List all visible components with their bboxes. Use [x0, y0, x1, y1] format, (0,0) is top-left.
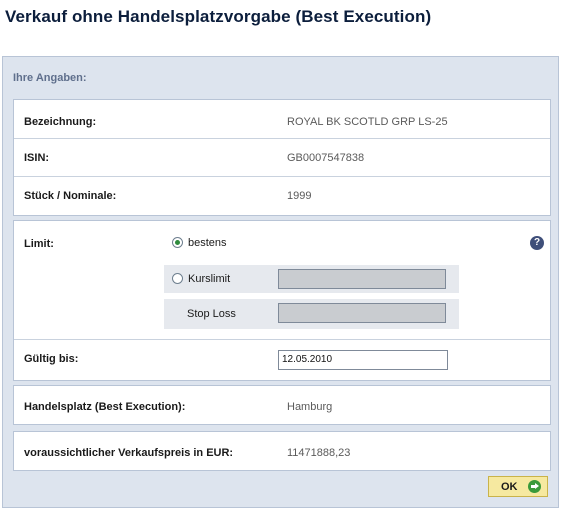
verkaufspreis-value: 11471888,23: [287, 447, 351, 459]
verkaufspreis-label: voraussichtlicher Verkaufspreis in EUR:: [24, 447, 234, 459]
stueck-row: Stück / Nominale: 1999: [14, 176, 550, 214]
verkaufspreis-box: voraussichtlicher Verkaufspreis in EUR: …: [13, 431, 551, 471]
ok-button[interactable]: OK: [488, 476, 548, 497]
kurslimit-label[interactable]: Kurslimit: [188, 273, 230, 285]
security-info-box: Bezeichnung: ROYAL BK SCOTLD GRP LS-25 I…: [13, 99, 551, 216]
bestens-radio[interactable]: [172, 237, 183, 248]
kurslimit-input[interactable]: [278, 269, 446, 289]
stop-loss-input[interactable]: [278, 303, 446, 323]
page-title: Verkauf ohne Handelsplatzvorgabe (Best E…: [5, 7, 432, 26]
bezeichnung-label: Bezeichnung:: [24, 116, 97, 128]
limit-box: Limit: bestens ? Kurslimit Stop Loss Gül…: [13, 220, 551, 381]
isin-value: GB0007547838: [287, 152, 365, 164]
gueltig-date-input[interactable]: 12.05.2010: [278, 350, 448, 370]
handelsplatz-value: Hamburg: [287, 401, 333, 413]
isin-label: ISIN:: [24, 152, 50, 164]
bestens-label[interactable]: bestens: [188, 237, 227, 249]
stueck-label: Stück / Nominale:: [24, 190, 117, 202]
handelsplatz-label: Handelsplatz (Best Execution):: [24, 401, 186, 413]
ok-label: OK: [501, 481, 518, 493]
stop-loss-label: Stop Loss: [187, 308, 236, 320]
bezeichnung-row: Bezeichnung: ROYAL BK SCOTLD GRP LS-25: [14, 100, 550, 139]
kurslimit-radio[interactable]: [172, 273, 183, 284]
limit-divider: [14, 339, 550, 340]
section-title: Ihre Angaben:: [13, 72, 87, 84]
isin-row: ISIN: GB0007547838: [14, 138, 550, 177]
help-icon[interactable]: ?: [530, 236, 544, 250]
limit-label: Limit:: [24, 238, 54, 250]
order-form-panel: Ihre Angaben: Bezeichnung: ROYAL BK SCOT…: [2, 56, 559, 508]
bezeichnung-value: ROYAL BK SCOTLD GRP LS-25: [287, 116, 448, 128]
gueltig-label: Gültig bis:: [24, 353, 79, 365]
arrow-right-circle-icon: [528, 480, 541, 493]
stueck-value: 1999: [287, 190, 312, 202]
handelsplatz-box: Handelsplatz (Best Execution): Hamburg: [13, 385, 551, 425]
